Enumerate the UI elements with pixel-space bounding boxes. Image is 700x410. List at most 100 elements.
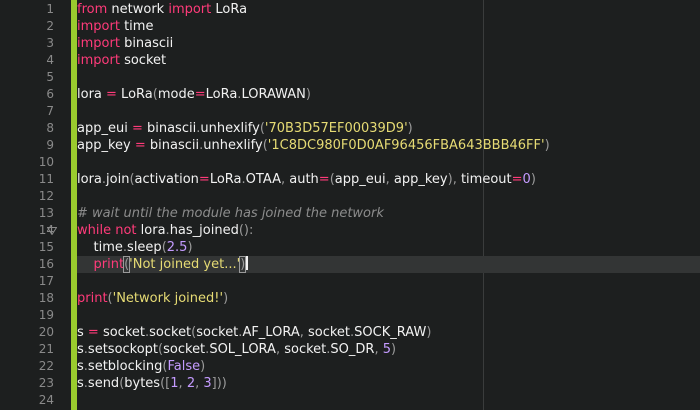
- code-token: lora: [77, 172, 102, 187]
- code-token: ): [200, 359, 206, 374]
- code-line[interactable]: time.sleep(2.5): [77, 239, 193, 256]
- code-token: '1C8DC980F0D0AF96456FBA643BBB46FF': [267, 138, 545, 153]
- column-ruler: [483, 0, 484, 410]
- line-number: 3: [46, 36, 54, 50]
- line-number: 8: [46, 121, 54, 135]
- code-token: 0: [522, 172, 531, 187]
- code-token: =: [194, 87, 206, 102]
- code-token: not: [115, 223, 137, 238]
- code-token: False: [167, 359, 201, 374]
- code-token: mode: [157, 87, 195, 102]
- code-token: =: [87, 325, 99, 340]
- code-token: =: [511, 172, 523, 187]
- code-token: LORAWAN: [241, 87, 306, 102]
- line-number: 5: [46, 70, 54, 84]
- code-token: s: [77, 325, 88, 340]
- code-line[interactable]: while not lora.has_joined():: [77, 222, 253, 239]
- code-token: setsockopt: [87, 342, 159, 357]
- code-token: s: [77, 376, 84, 391]
- code-token: '70B3D57EF00039D9': [264, 121, 408, 136]
- code-line[interactable]: import time: [77, 18, 153, 35]
- code-line[interactable]: app_key = binascii.unhexlify('1C8DC980F0…: [77, 137, 550, 154]
- code-token: ): [187, 240, 193, 255]
- code-line[interactable]: from network import LoRa: [77, 1, 247, 18]
- fold-triangle-icon[interactable]: [47, 227, 57, 235]
- code-token: socket: [149, 325, 192, 340]
- code-token: LoRa: [211, 2, 248, 17]
- code-token: # wait until the module has joined the n…: [77, 206, 384, 221]
- code-token: auth: [285, 172, 319, 187]
- line-number: 22: [38, 359, 54, 373]
- code-token: ): [544, 138, 550, 153]
- code-token: socket: [303, 325, 351, 340]
- line-number: 9: [46, 138, 54, 152]
- code-token: ): [391, 342, 397, 357]
- code-line[interactable]: s.send(bytes([1, 2, 3])): [77, 375, 227, 392]
- code-token: socket: [119, 53, 167, 68]
- code-token: timeout: [456, 172, 512, 187]
- code-token: unhexlify: [203, 138, 263, 153]
- code-token: join: [106, 172, 130, 187]
- code-token: time: [119, 19, 154, 34]
- line-number: 20: [38, 325, 54, 339]
- code-token: ): [223, 291, 229, 306]
- code-line[interactable]: s.setsockopt(socket.SOL_LORA, socket.SO_…: [77, 341, 396, 358]
- code-line[interactable]: lora = LoRa(mode=LoRa.LORAWAN): [77, 86, 311, 103]
- code-token: time: [77, 240, 123, 255]
- code-editor[interactable]: 1 2 3 4 5 6 7 8 9 10 11 12 13 14 15 16 17 18 19 20 21 22 23 24 …: [0, 0, 700, 410]
- code-token: AF_LORA: [242, 325, 300, 340]
- code-token: setblocking: [87, 359, 163, 374]
- code-token: app_key: [389, 172, 448, 187]
- line-number: 1: [46, 2, 54, 16]
- code-token: SO_DR: [330, 342, 375, 357]
- code-line[interactable]: # wait until the module has joined the n…: [77, 205, 384, 222]
- code-token: print: [93, 257, 125, 272]
- code-token: s: [77, 342, 84, 357]
- code-token: lora: [136, 223, 166, 238]
- code-token: ): [426, 325, 432, 340]
- code-token: socket: [163, 342, 206, 357]
- line-number: 23: [38, 376, 54, 390]
- code-token: import: [168, 2, 212, 17]
- line-number: 10: [38, 155, 54, 169]
- code-token: import: [77, 36, 120, 51]
- line-number: 11: [38, 172, 54, 186]
- line-number: 14: [38, 223, 54, 237]
- code-token: socket: [196, 325, 239, 340]
- code-token: 2.5: [166, 240, 188, 255]
- code-token: LoRa: [205, 87, 238, 102]
- line-number: 12: [38, 189, 54, 203]
- code-token: has_joined: [169, 223, 239, 238]
- code-line[interactable]: print('Not joined yet...'): [77, 256, 249, 273]
- text-cursor: [246, 256, 249, 270]
- line-number-gutter[interactable]: 1 2 3 4 5 6 7 8 9 10 11 12 13 14 15 16 17 18 19 20 21 22 23 24: [0, 0, 70, 410]
- line-number: 18: [38, 291, 54, 305]
- code-token: app_eui: [77, 121, 132, 136]
- code-token: OTAA: [245, 172, 281, 187]
- code-line[interactable]: print('Network joined!'): [77, 290, 228, 307]
- code-token: while: [77, 223, 112, 238]
- code-token: binascii: [142, 121, 197, 136]
- code-token: LoRa: [209, 172, 242, 187]
- code-token: binascii: [119, 36, 174, 51]
- line-number: 17: [38, 274, 54, 288]
- code-token: sleep: [127, 240, 162, 255]
- code-token: app_eui: [334, 172, 386, 187]
- line-number: 4: [46, 53, 54, 67]
- code-line[interactable]: s.setblocking(False): [77, 358, 205, 375]
- code-token: LoRa: [116, 87, 153, 102]
- code-line[interactable]: import binascii: [77, 35, 173, 52]
- code-token: 5: [382, 342, 391, 357]
- line-number: 15: [38, 240, 54, 254]
- code-line[interactable]: app_eui = binascii.unhexlify('70B3D57EF0…: [77, 120, 413, 137]
- code-token: ): [530, 172, 536, 187]
- code-line[interactable]: s = socket.socket(socket.AF_LORA, socket…: [77, 324, 431, 341]
- code-token: ): [407, 121, 413, 136]
- code-token: =: [318, 172, 330, 187]
- code-line[interactable]: lora.join(activation=LoRa.OTAA, auth=(ap…: [77, 171, 536, 188]
- code-token: app_key: [77, 138, 135, 153]
- code-token: from: [77, 2, 108, 17]
- code-line[interactable]: import socket: [77, 52, 166, 69]
- code-token: ): [239, 256, 247, 273]
